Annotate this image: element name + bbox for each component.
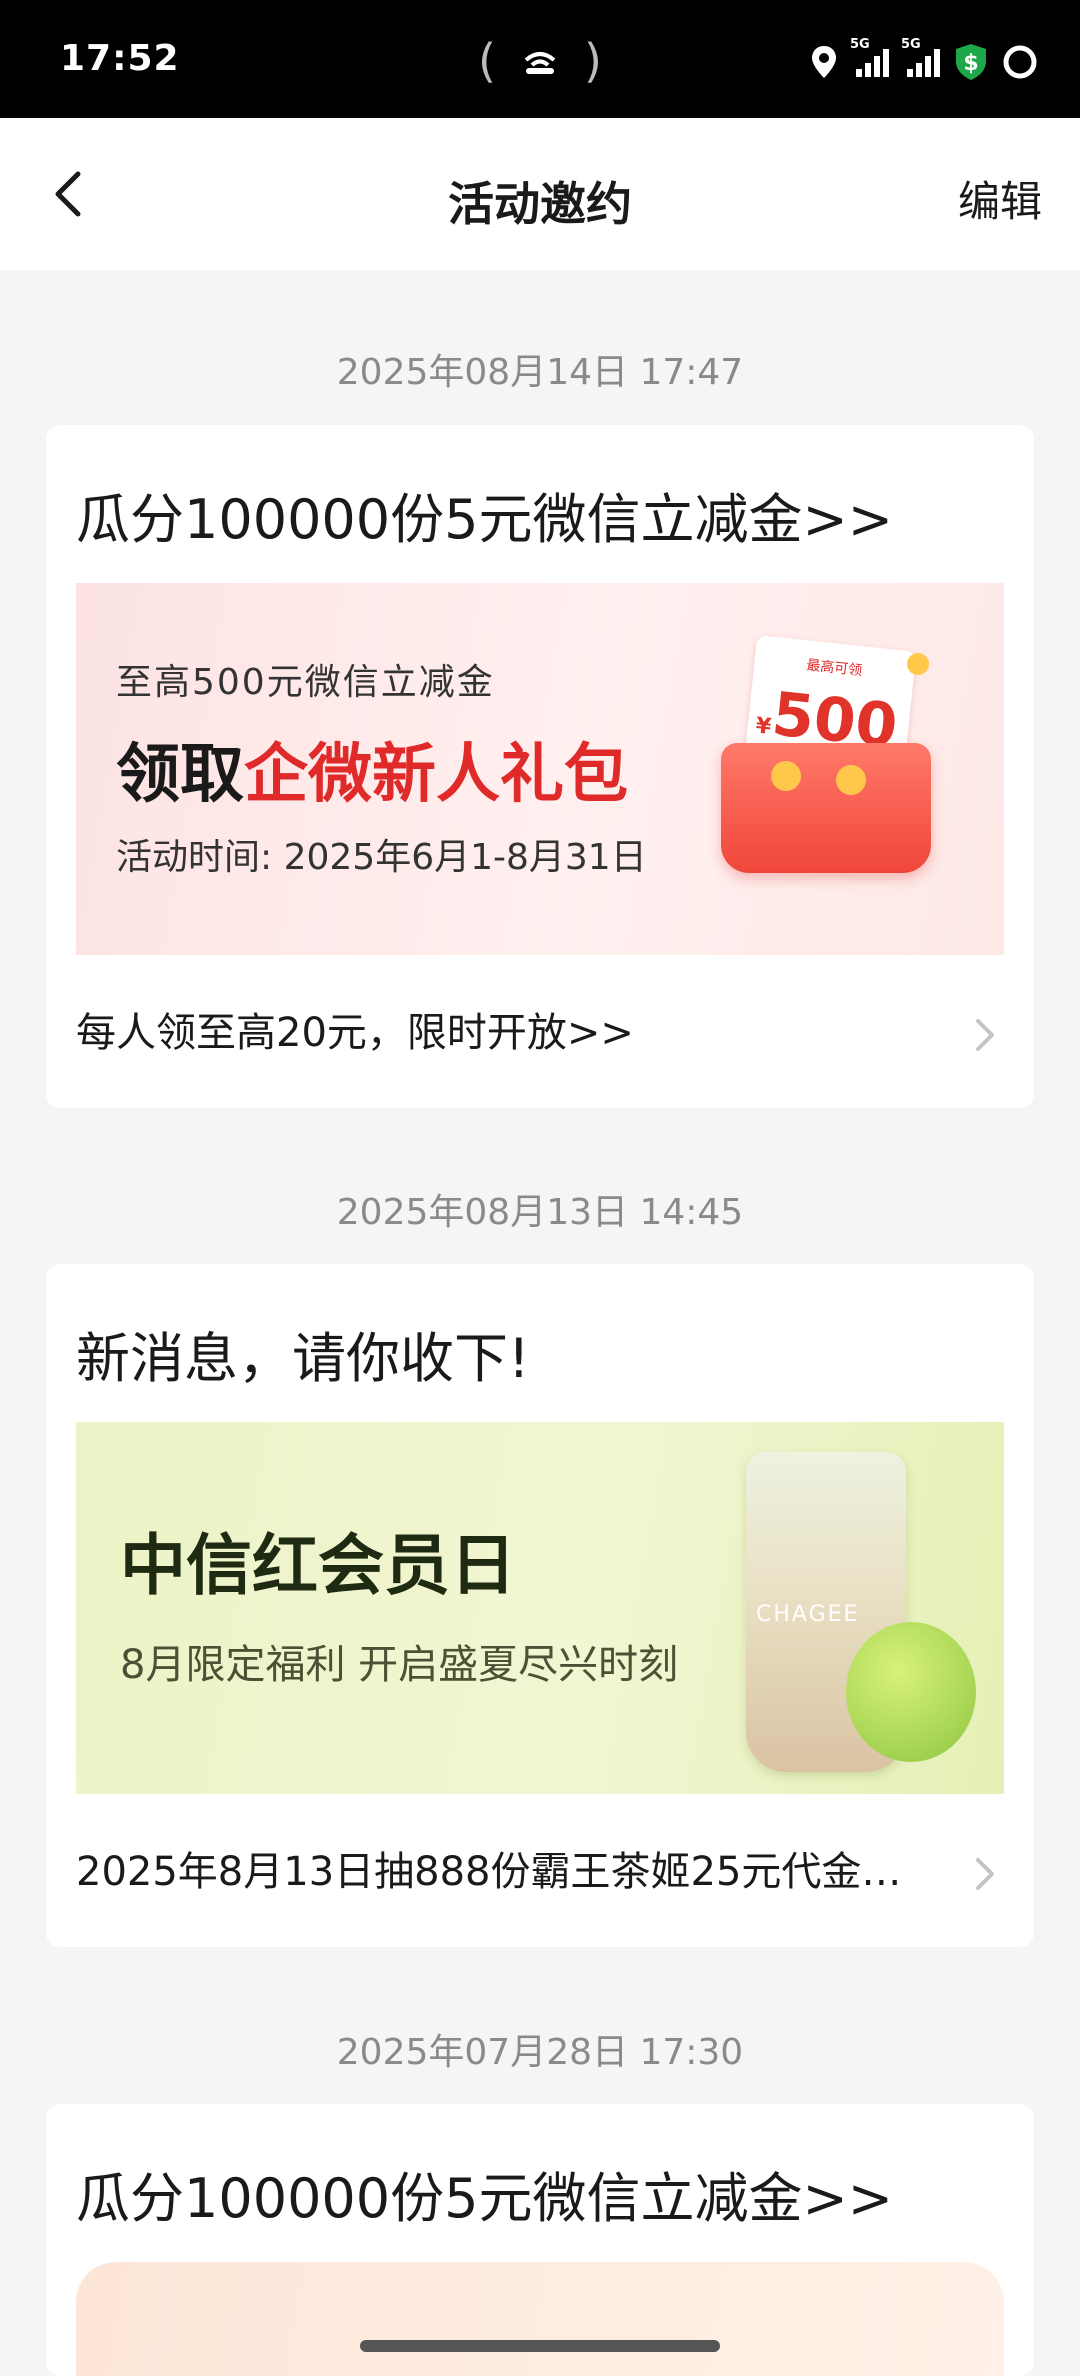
- message-date: 2025年08月13日 14:45: [336, 1192, 744, 1233]
- message-title: 瓜分100000份5元微信立减金>>: [76, 2167, 893, 2230]
- signal-icon: 5G: [850, 37, 889, 77]
- banner-image[interactable]: 至高500元微信立减金 领取企微新人礼包 活动时间: 2025年6月1-8月31…: [76, 583, 1004, 955]
- shield-dollar-icon: $: [956, 44, 986, 80]
- message-card[interactable]: 瓜分100000份5元微信立减金>> 至高500元微信立减金 领取企微新人礼包 …: [46, 425, 1034, 1108]
- location-icon: [812, 46, 836, 78]
- edit-button[interactable]: 编辑: [958, 168, 1042, 229]
- message-date: 2025年08月14日 17:47: [336, 352, 744, 393]
- hotspot-indicator: ( ): [478, 34, 602, 88]
- drink-cup-illustration: CHAGEE: [736, 1442, 976, 1792]
- status-time: 17:52: [60, 38, 180, 79]
- banner-headline: 中信红会员日: [120, 1527, 516, 1604]
- message-title: 新消息，请你收下!: [76, 1327, 530, 1390]
- red-envelope-illustration: 最高可领 ¥500: [711, 635, 941, 893]
- hotspot-icon: [524, 52, 556, 74]
- nav-bar: 活动邀约 编辑: [0, 118, 1080, 270]
- message-card[interactable]: 瓜分100000份5元微信立减金>>: [46, 2104, 1034, 2376]
- message-footer: 2025年8月13日抽888份霸王茶姬25元代金…: [76, 1849, 902, 1895]
- banner-period: 活动时间: 2025年6月1-8月31日: [116, 837, 647, 878]
- message-card[interactable]: 新消息，请你收下! 中信红会员日 8月限定福利 开启盛夏尽兴时刻 CHAGEE …: [46, 1264, 1034, 1947]
- message-title: 瓜分100000份5元微信立减金>>: [76, 488, 893, 551]
- banner-line1: 至高500元微信立减金: [116, 662, 495, 703]
- banner-subline: 8月限定福利 开启盛夏尽兴时刻: [120, 1642, 679, 1688]
- banner-image[interactable]: [76, 2262, 1004, 2376]
- chevron-right-icon: [976, 1858, 994, 1890]
- banner-headline: 领取企微新人礼包: [116, 738, 628, 812]
- paren-right-icon: ): [584, 34, 602, 88]
- chevron-right-icon: [976, 1019, 994, 1051]
- svg-text:$: $: [963, 51, 978, 76]
- signal-icon: 5G: [901, 37, 940, 77]
- message-footer: 每人领至高20元，限时开放>>: [76, 1010, 634, 1056]
- status-icons: 5G 5G $: [810, 37, 1038, 82]
- message-date: 2025年07月28日 17:30: [336, 2032, 744, 2073]
- paren-left-icon: (: [478, 34, 496, 88]
- loading-ring-icon: [1003, 45, 1037, 79]
- page-title: 活动邀约: [448, 177, 632, 231]
- status-bar: 17:52 ( ) 5G 5G $: [0, 0, 1080, 118]
- banner-image[interactable]: 中信红会员日 8月限定福利 开启盛夏尽兴时刻 CHAGEE: [76, 1422, 1004, 1794]
- home-indicator[interactable]: [360, 2340, 720, 2352]
